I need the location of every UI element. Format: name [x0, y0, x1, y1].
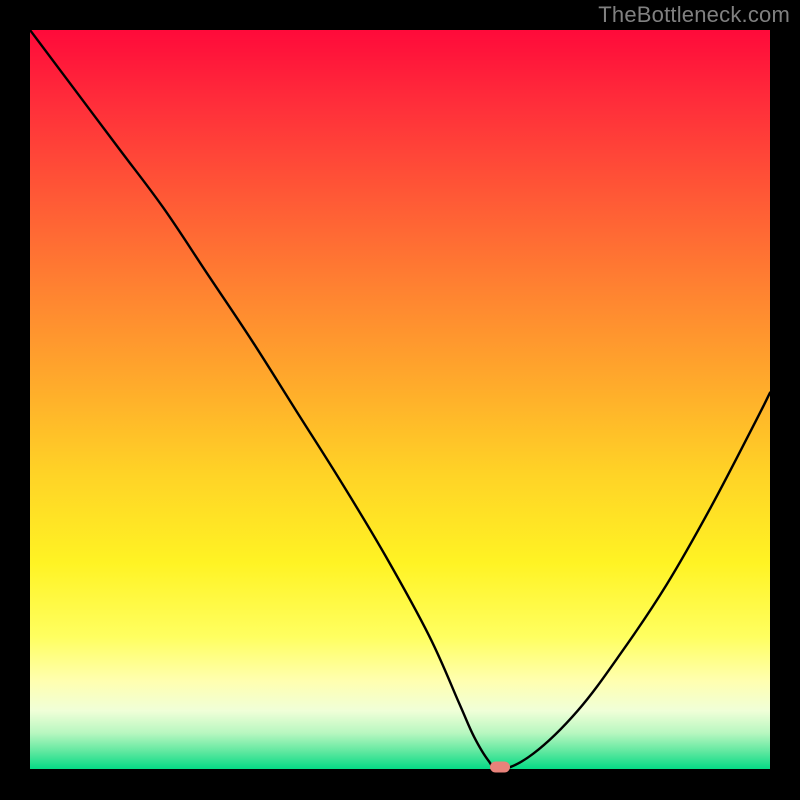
chart-frame: TheBottleneck.com — [0, 0, 800, 800]
watermark: TheBottleneck.com — [598, 2, 790, 28]
bottleneck-curve — [30, 30, 770, 770]
plot-area — [30, 30, 770, 770]
optimal-marker — [490, 762, 510, 773]
